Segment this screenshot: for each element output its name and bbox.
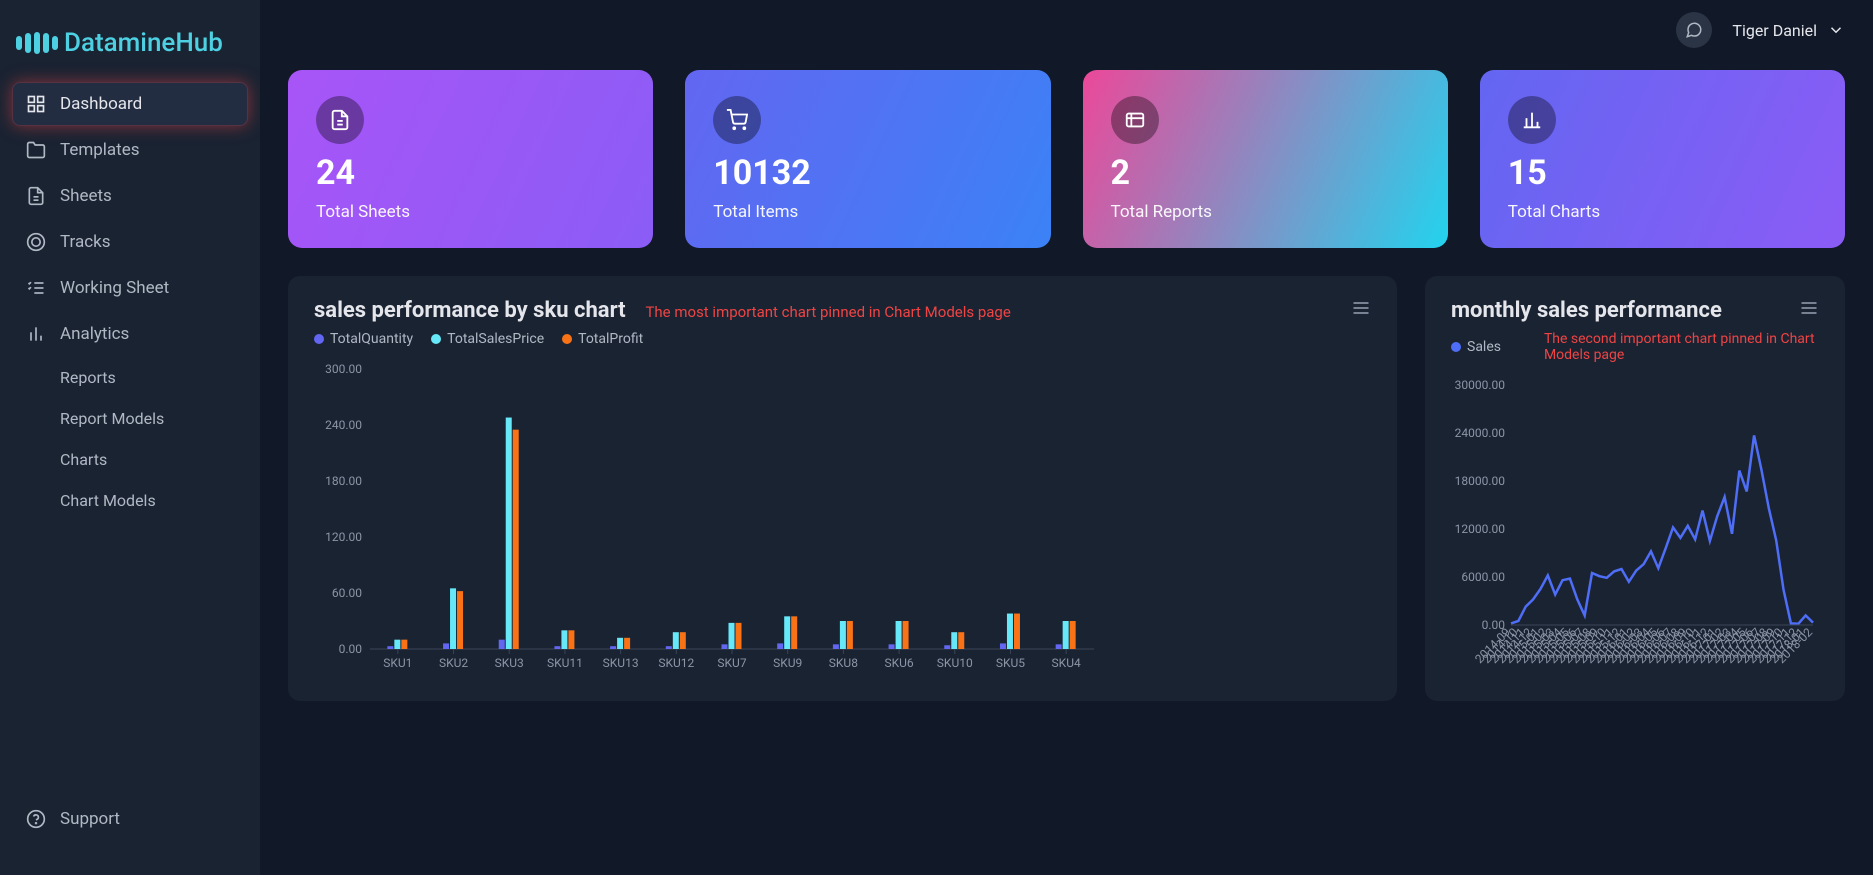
sidebar-item-label: Report Models <box>60 409 164 428</box>
card-label: Total Reports <box>1111 202 1420 222</box>
card-value: 10132 <box>713 156 1022 190</box>
svg-text:240.00: 240.00 <box>325 418 362 432</box>
svg-text:180.00: 180.00 <box>325 474 362 488</box>
sidebar-item-label: Support <box>60 809 120 829</box>
svg-text:60.00: 60.00 <box>332 586 362 600</box>
sidebar-item-chart-models[interactable]: Chart Models <box>46 481 248 520</box>
stat-card-total-items[interactable]: 10132 Total Items <box>685 70 1050 248</box>
chart-annotation: The most important chart pinned in Chart… <box>645 303 1010 321</box>
user-menu[interactable]: Tiger Daniel <box>1732 21 1845 40</box>
brand-logo: DatamineHub <box>0 16 260 82</box>
chevron-down-icon <box>1827 21 1845 39</box>
cart-icon <box>713 96 761 144</box>
stat-card-total-sheets[interactable]: 24 Total Sheets <box>288 70 653 248</box>
chart-legend: TotalQuantity TotalSalesPrice TotalProfit <box>314 331 1371 347</box>
chat-icon <box>1685 21 1703 39</box>
sidebar-item-label: Sheets <box>60 186 112 206</box>
chart-menu-button[interactable] <box>1351 298 1371 318</box>
sidebar-item-templates[interactable]: Templates <box>12 128 248 172</box>
sidebar-item-label: Chart Models <box>60 491 156 510</box>
user-name: Tiger Daniel <box>1732 21 1817 40</box>
sidebar-item-label: Templates <box>60 140 140 160</box>
sidebar-item-tracks[interactable]: Tracks <box>12 220 248 264</box>
card-value: 2 <box>1111 156 1420 190</box>
sidebar-item-sheets[interactable]: Sheets <box>12 174 248 218</box>
sidebar: DatamineHub Dashboard Templates Sheets Trac… <box>0 0 260 875</box>
svg-text:SKU9: SKU9 <box>773 656 802 670</box>
line-chart: 0.006000.0012000.0018000.0024000.0030000… <box>1451 375 1819 675</box>
svg-text:0.00: 0.00 <box>339 642 363 656</box>
chat-button[interactable] <box>1676 12 1712 48</box>
chart-panel-monthly: monthly sales performance Sales The seco… <box>1425 276 1845 701</box>
doc-icon <box>316 96 364 144</box>
svg-text:300.00: 300.00 <box>325 362 362 376</box>
chart-annotation: The second important chart pinned in Cha… <box>1544 331 1819 363</box>
legend-label: Sales <box>1467 339 1501 355</box>
brand-name: DatamineHub <box>64 28 223 58</box>
sidebar-item-analytics[interactable]: Analytics <box>12 312 248 356</box>
svg-text:SKU3: SKU3 <box>495 656 524 670</box>
svg-text:24000.00: 24000.00 <box>1455 426 1506 440</box>
legend-label: TotalSalesPrice <box>447 331 544 347</box>
svg-text:SKU5: SKU5 <box>996 656 1025 670</box>
card-label: Total Charts <box>1508 202 1817 222</box>
sidebar-item-reports[interactable]: Reports <box>46 358 248 397</box>
svg-text:SKU10: SKU10 <box>937 656 973 670</box>
stat-card-total-reports[interactable]: 2 Total Reports <box>1083 70 1448 248</box>
chart-menu-button[interactable] <box>1799 298 1819 318</box>
chart-title: monthly sales performance <box>1451 298 1722 323</box>
sidebar-item-report-models[interactable]: Report Models <box>46 399 248 438</box>
sidebar-item-working-sheet[interactable]: Working Sheet <box>12 266 248 310</box>
chart-panel-sku: sales performance by sku chart The most … <box>288 276 1397 701</box>
help-icon <box>26 809 46 829</box>
svg-text:6000.00: 6000.00 <box>1461 570 1505 584</box>
svg-text:18000.00: 18000.00 <box>1455 474 1506 488</box>
chart-icon <box>1508 96 1556 144</box>
sidebar-item-label: Analytics <box>60 324 129 344</box>
list-icon <box>1111 96 1159 144</box>
sidebar-item-label: Reports <box>60 368 116 387</box>
svg-text:120.00: 120.00 <box>325 530 362 544</box>
card-label: Total Sheets <box>316 202 625 222</box>
file-icon <box>26 186 46 206</box>
card-value: 24 <box>316 156 625 190</box>
sidebar-item-support[interactable]: Support <box>12 797 248 841</box>
chart-legend: Sales The second important chart pinned … <box>1451 331 1819 363</box>
sidebar-item-label: Working Sheet <box>60 278 169 298</box>
svg-text:SKU7: SKU7 <box>717 656 746 670</box>
svg-text:SKU12: SKU12 <box>658 656 694 670</box>
sidebar-item-charts[interactable]: Charts <box>46 440 248 479</box>
bar-chart: 0.00 60.00 120.00 180.00 240.00 300.00 SKU1 SKU… <box>314 359 1371 679</box>
list-check-icon <box>26 278 46 298</box>
svg-text:SKU6: SKU6 <box>884 656 913 670</box>
legend-label: TotalQuantity <box>330 331 413 347</box>
svg-text:30000.00: 30000.00 <box>1455 378 1506 392</box>
chart-title: sales performance by sku chart <box>314 298 626 323</box>
svg-text:SKU8: SKU8 <box>829 656 858 670</box>
folder-icon <box>26 140 46 160</box>
card-label: Total Items <box>713 202 1022 222</box>
bar-chart-icon <box>26 324 46 344</box>
legend-label: TotalProfit <box>578 331 643 347</box>
sidebar-item-dashboard[interactable]: Dashboard <box>12 82 248 126</box>
sidebar-item-label: Tracks <box>60 232 111 252</box>
target-icon <box>26 232 46 252</box>
svg-text:SKU4: SKU4 <box>1052 656 1081 670</box>
card-value: 15 <box>1508 156 1817 190</box>
sidebar-item-label: Dashboard <box>60 94 142 114</box>
stat-card-total-charts[interactable]: 15 Total Charts <box>1480 70 1845 248</box>
logo-icon <box>16 32 58 54</box>
grid-icon <box>26 94 46 114</box>
svg-text:SKU1: SKU1 <box>383 656 412 670</box>
sidebar-item-label: Charts <box>60 450 107 469</box>
svg-text:SKU11: SKU11 <box>547 656 583 670</box>
svg-text:SKU13: SKU13 <box>603 656 639 670</box>
main-nav: Dashboard Templates Sheets Tracks Working Sh… <box>0 82 260 797</box>
stat-cards: 24 Total Sheets 10132 Total Items 2 Total Rep… <box>288 70 1845 248</box>
svg-text:SKU2: SKU2 <box>439 656 468 670</box>
topbar: Tiger Daniel <box>260 0 1873 60</box>
main-area: Tiger Daniel 24 Total Sheets 10132 Total It… <box>260 0 1873 875</box>
svg-text:12000.00: 12000.00 <box>1455 522 1506 536</box>
